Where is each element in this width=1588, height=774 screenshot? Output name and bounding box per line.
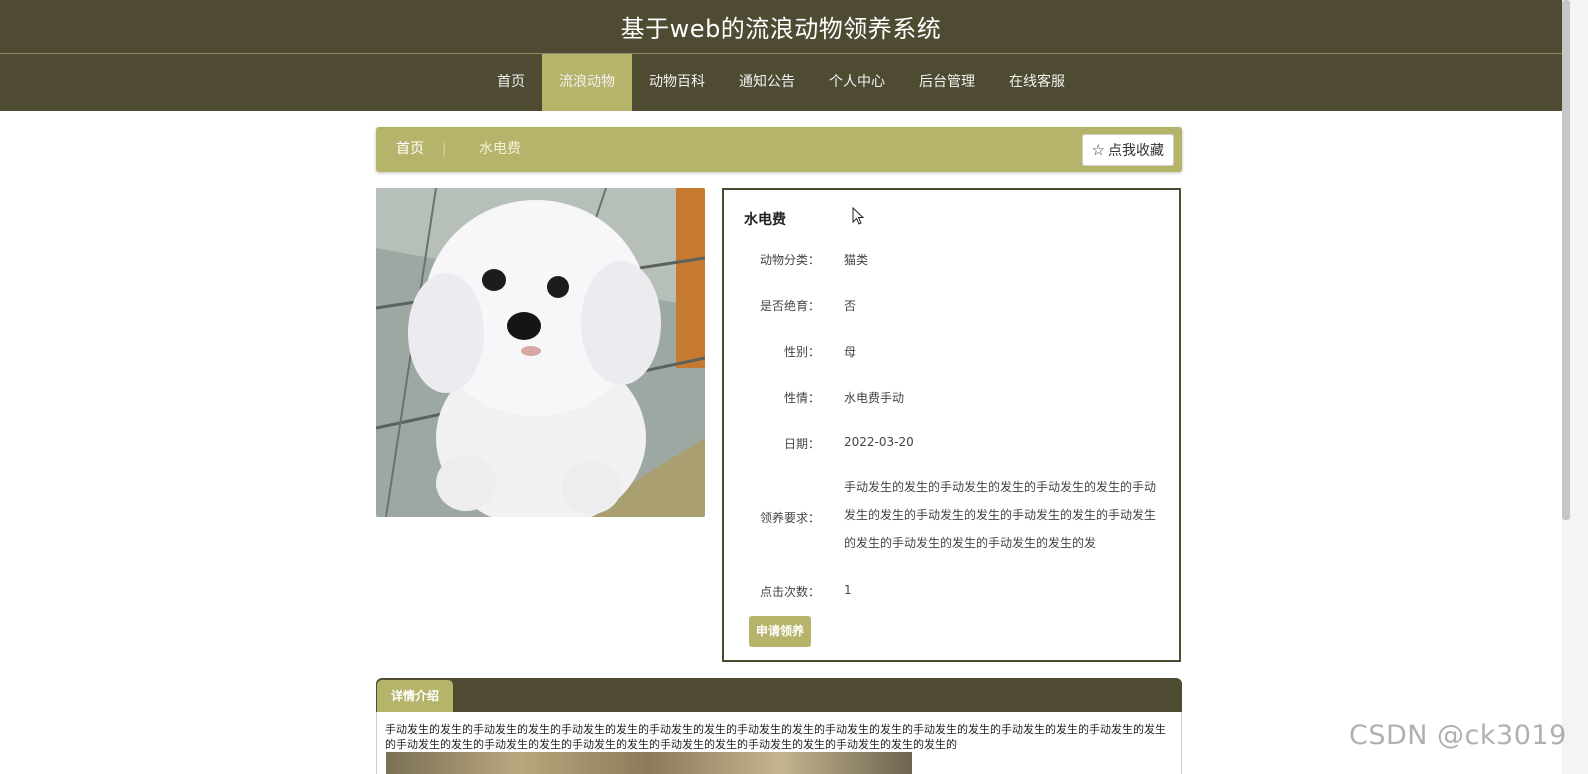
pet-info-panel: 水电费 动物分类： 猫类 是否绝育： 否 性别： 母 性情： 水电费手动 日期：… bbox=[722, 188, 1181, 662]
nav-item-home[interactable]: 首页 bbox=[480, 54, 542, 111]
nav-item-online-service[interactable]: 在线客服 bbox=[992, 54, 1082, 111]
detail-tab-bar: 详情介绍 bbox=[376, 678, 1182, 712]
apply-adoption-button[interactable]: 申请领养 bbox=[749, 616, 811, 647]
dog-photo-illustration bbox=[376, 188, 705, 517]
field-label-temperament: 性情： bbox=[783, 391, 820, 405]
site-title: 基于web的流浪动物领养系统 bbox=[620, 15, 942, 43]
detail-text: 手动发生的发生的手动发生的发生的手动发生的发生的手动发生的发生的手动发生的发生的… bbox=[385, 723, 1166, 751]
mouse-cursor-icon bbox=[852, 207, 864, 225]
site-header: 基于web的流浪动物领养系统 bbox=[0, 0, 1562, 54]
main-nav: 首页 流浪动物 动物百科 通知公告 个人中心 后台管理 在线客服 bbox=[0, 54, 1562, 111]
field-value-click-count: 1 bbox=[844, 583, 852, 597]
star-outline-icon: ☆ bbox=[1091, 140, 1105, 159]
detail-content: 手动发生的发生的手动发生的发生的手动发生的发生的手动发生的发生的手动发生的发生的… bbox=[376, 712, 1182, 774]
field-label-gender: 性别： bbox=[783, 345, 820, 359]
breadcrumb-current: 水电费 bbox=[479, 141, 521, 157]
tab-details[interactable]: 详情介绍 bbox=[377, 680, 453, 712]
favorite-button-label: 点我收藏 bbox=[1108, 143, 1164, 159]
nav-item-personal-center[interactable]: 个人中心 bbox=[812, 54, 902, 111]
pet-photo bbox=[376, 188, 705, 517]
breadcrumb-separator: | bbox=[442, 142, 447, 157]
field-label-click-count: 点击次数： bbox=[759, 585, 820, 599]
field-value-gender: 母 bbox=[844, 345, 857, 359]
breadcrumb-home-link[interactable]: 首页 bbox=[396, 127, 424, 172]
field-label-date: 日期： bbox=[783, 437, 820, 451]
nav-item-announcements[interactable]: 通知公告 bbox=[722, 54, 812, 111]
pet-name: 水电费 bbox=[744, 212, 786, 228]
field-label-category: 动物分类： bbox=[759, 253, 820, 267]
field-value-adoption-requirements: 手动发生的发生的手动发生的发生的手动发生的发生的手动发生的发生的手动发生的发生的… bbox=[844, 480, 1157, 550]
nav-item-admin[interactable]: 后台管理 bbox=[902, 54, 992, 111]
field-value-neutered: 否 bbox=[844, 299, 857, 313]
field-value-date: 2022-03-20 bbox=[844, 435, 914, 449]
breadcrumb: 首页 | 水电费 ☆ 点我收藏 bbox=[376, 127, 1182, 172]
field-label-neutered: 是否绝育： bbox=[759, 299, 820, 313]
field-value-temperament: 水电费手动 bbox=[844, 391, 905, 405]
scrollbar-thumb[interactable] bbox=[1562, 0, 1570, 520]
nav-item-animal-encyclopedia[interactable]: 动物百科 bbox=[632, 54, 722, 111]
watermark: CSDN @ck3019 bbox=[1349, 720, 1567, 751]
detail-image bbox=[386, 752, 912, 774]
nav-item-stray-animals[interactable]: 流浪动物 bbox=[542, 54, 632, 111]
favorite-button[interactable]: ☆ 点我收藏 bbox=[1081, 134, 1174, 166]
field-value-category: 猫类 bbox=[844, 253, 869, 267]
field-label-adoption-requirements: 领养要求： bbox=[759, 511, 820, 525]
